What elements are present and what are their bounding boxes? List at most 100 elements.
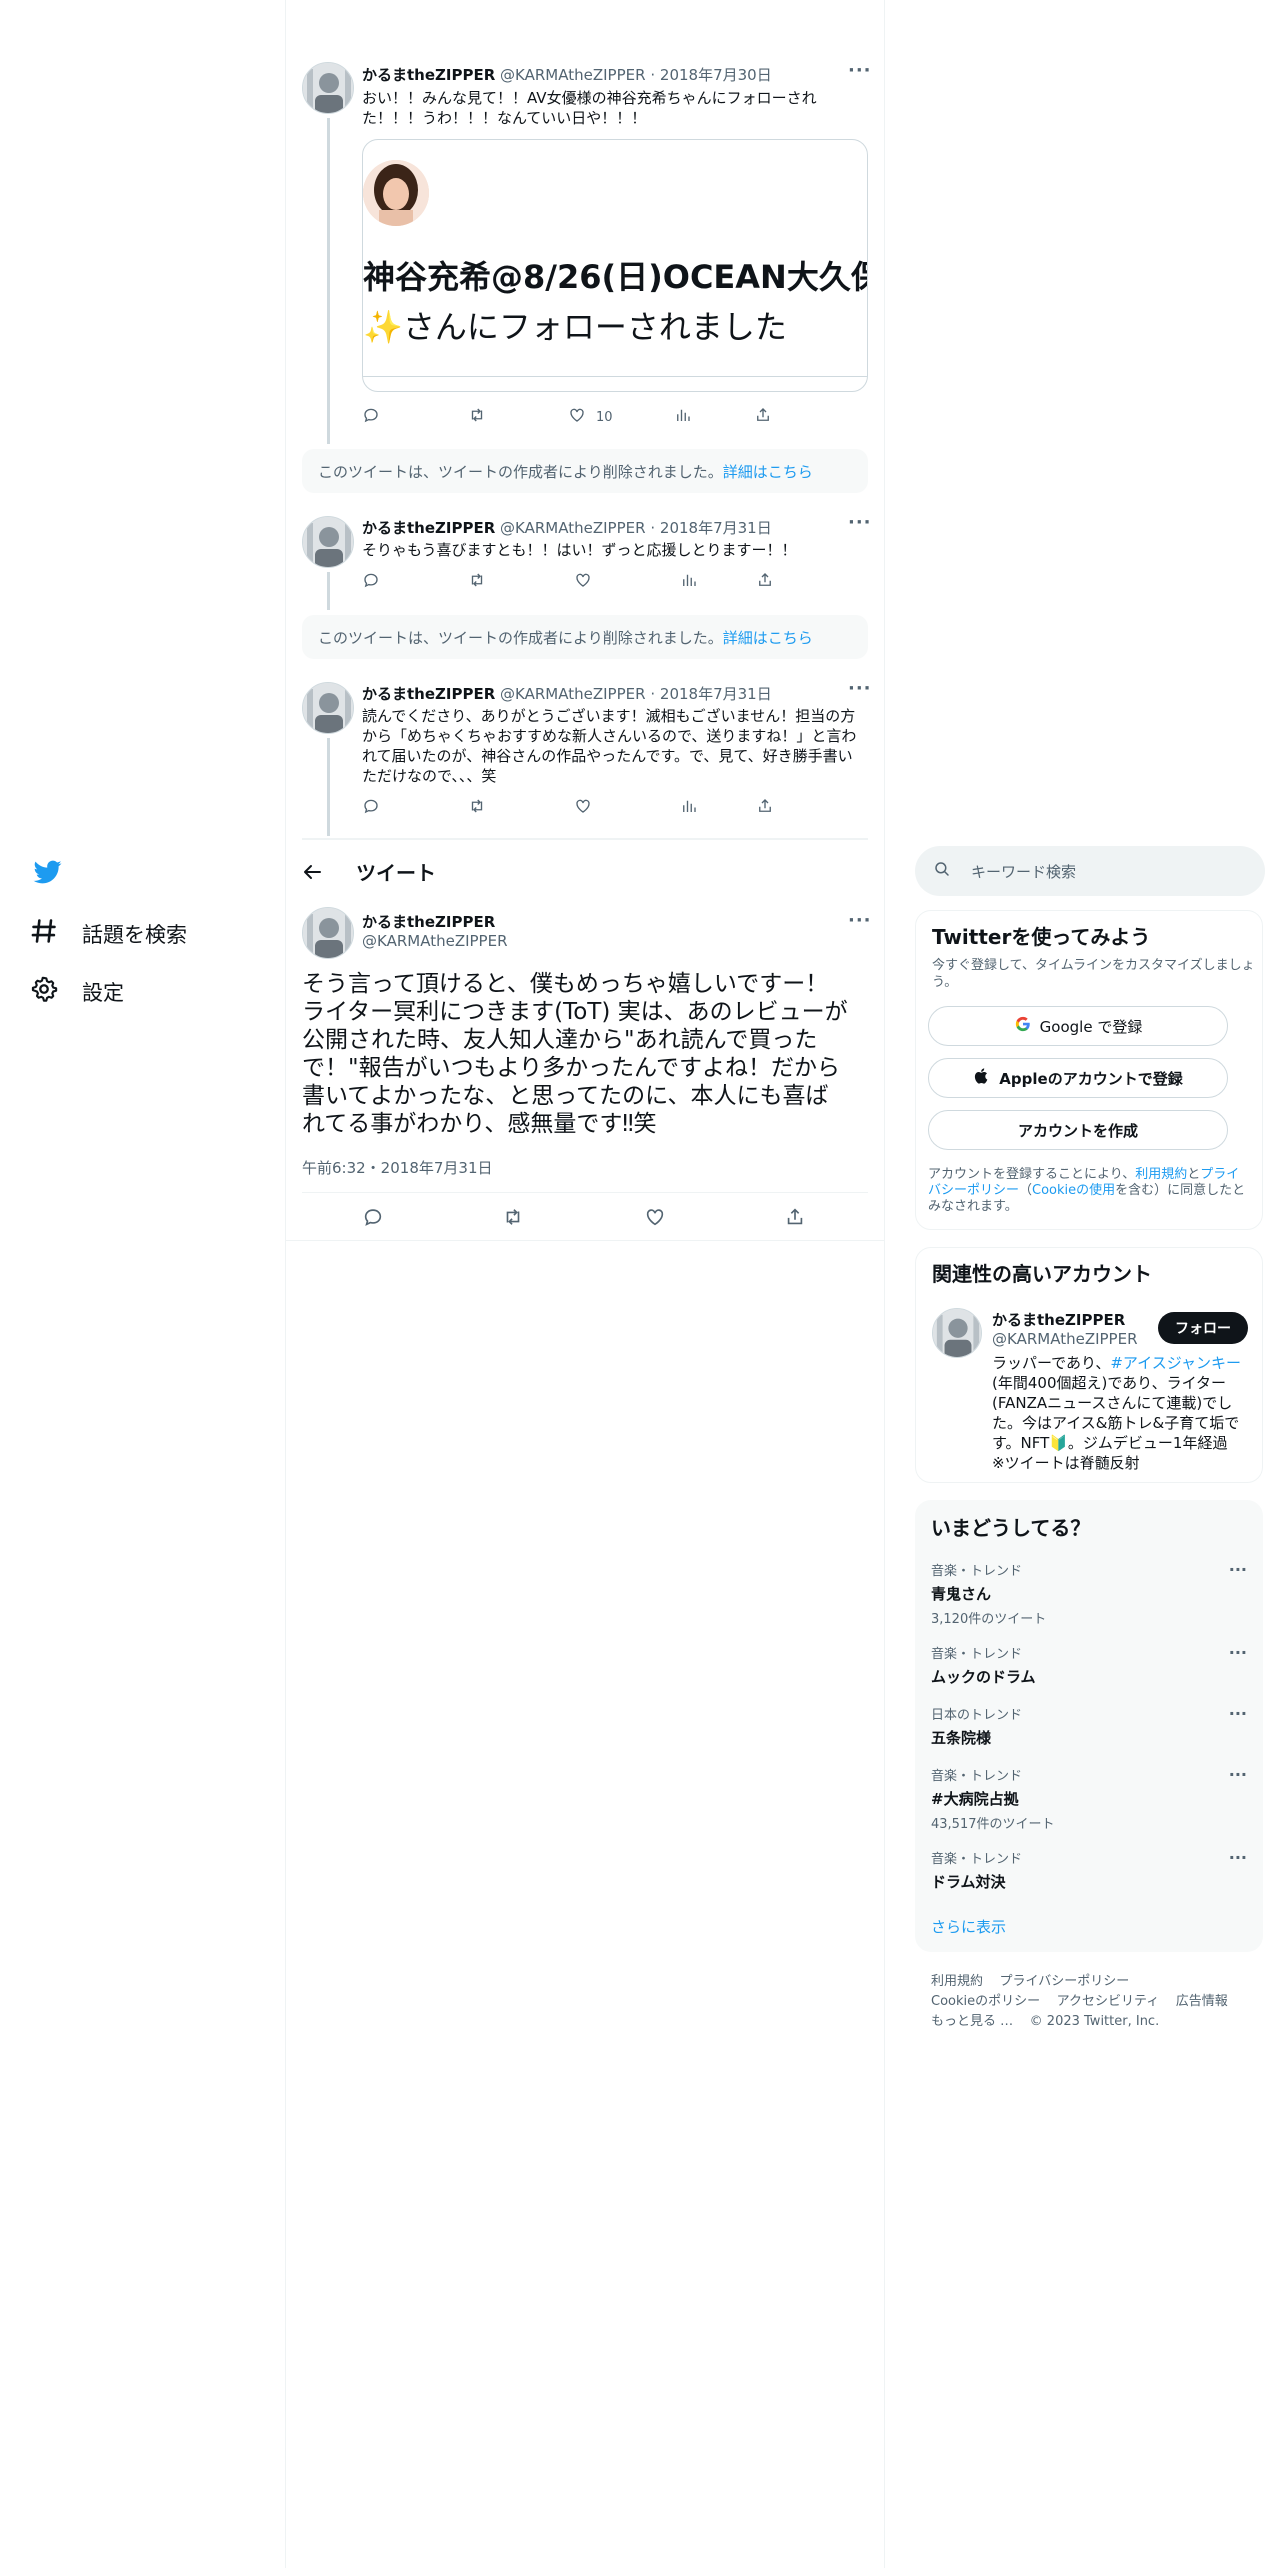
tweet-actions (362, 571, 774, 593)
analytics-icon (674, 406, 692, 428)
trend-item[interactable]: 音楽・トレンド ムックのドラム ··· (931, 1643, 1247, 1687)
footer-privacy-link[interactable]: プライバシーポリシー (1000, 1974, 1130, 1989)
more-icon[interactable]: ··· (1229, 1765, 1247, 1784)
author-handle[interactable]: @KARMAtheZIPPER (362, 932, 508, 950)
like-button[interactable] (574, 571, 680, 593)
author-name[interactable]: かるまtheZIPPER (362, 66, 495, 84)
trend-category: 音楽・トレンド (931, 1769, 1023, 1784)
twitter-logo-icon[interactable] (32, 858, 64, 886)
author-handle[interactable]: @KARMAtheZIPPER (500, 519, 646, 537)
more-icon[interactable]: ··· (1229, 1643, 1247, 1662)
heart-icon (644, 1206, 666, 1232)
retweet-icon (468, 797, 486, 819)
avatar[interactable] (302, 682, 354, 734)
avatar[interactable] (932, 1308, 982, 1358)
learn-more-link[interactable]: 詳細はこちら (723, 627, 813, 648)
avatar[interactable] (302, 62, 354, 114)
trend-item[interactable]: 音楽・トレンド 青鬼さん 3,120件のツイート ··· (931, 1560, 1247, 1627)
more-icon[interactable]: ··· (848, 910, 872, 931)
search-box[interactable]: キーワード検索 (915, 846, 1265, 896)
share-button[interactable] (784, 1206, 806, 1232)
terms-link[interactable]: 利用規約 (1135, 1167, 1187, 1182)
share-button[interactable] (754, 406, 772, 428)
like-button[interactable] (574, 797, 680, 819)
cookie-link[interactable]: Cookieの使用 (1032, 1183, 1115, 1198)
share-icon (754, 406, 772, 428)
retweet-button[interactable] (468, 406, 568, 428)
tweet-header: かるまtheZIPPER @KARMAtheZIPPER · 2018年7月31… (362, 519, 772, 537)
related-name[interactable]: かるまtheZIPPER (992, 1309, 1125, 1330)
google-signup-label: Google で登録 (1039, 1017, 1143, 1036)
tweet-date[interactable]: 2018年7月31日 (660, 519, 772, 537)
back-arrow-icon[interactable] (300, 860, 324, 884)
analytics-button[interactable] (680, 571, 756, 593)
analytics-button[interactable] (680, 797, 756, 819)
trend-item[interactable]: 音楽・トレンド ドラム対決 ··· (931, 1848, 1247, 1892)
author-handle[interactable]: @KARMAtheZIPPER (500, 66, 646, 84)
follow-button[interactable]: フォロー (1158, 1312, 1248, 1344)
trend-item[interactable]: 音楽・トレンド #大病院占拠 43,517件のツイート ··· (931, 1765, 1247, 1832)
share-icon (756, 797, 774, 819)
like-button[interactable]: 10 (568, 406, 674, 428)
google-signup-button[interactable]: Google で登録 (928, 1006, 1228, 1046)
heart-icon (574, 797, 592, 819)
apple-signup-button[interactable]: Appleのアカウントで登録 (928, 1058, 1228, 1098)
share-button[interactable] (756, 571, 774, 593)
reply-button[interactable] (362, 1206, 502, 1232)
related-bio: ラッパーであり、#アイスジャンキー (年間400個超え)であり、ライター (FA… (992, 1354, 1241, 1472)
apple-icon (973, 1067, 991, 1089)
related-accounts-panel: 関連性の高いアカウント かるまtheZIPPER @KARMAtheZIPPER… (915, 1247, 1263, 1483)
tweet-actions (362, 797, 774, 819)
footer-terms-link[interactable]: 利用規約 (931, 1974, 983, 1989)
learn-more-link[interactable]: 詳細はこちら (723, 461, 813, 482)
more-icon[interactable]: ··· (848, 60, 872, 81)
more-icon[interactable]: ··· (1229, 1560, 1247, 1579)
author-name[interactable]: かるまtheZIPPER (362, 911, 495, 932)
avatar[interactable] (302, 907, 354, 959)
trend-category: 音楽・トレンド (931, 1564, 1023, 1579)
show-more-link[interactable]: さらに表示 (931, 1916, 1006, 1937)
retweet-button[interactable] (502, 1206, 644, 1232)
card-text: 神谷充希@8/26(日)OCEAN大久保✨ ✨さんにフォローされました (363, 258, 868, 346)
more-icon[interactable]: ··· (848, 678, 872, 699)
author-name[interactable]: かるまtheZIPPER (362, 519, 495, 537)
trends-title: いまどうしてる？ (931, 1516, 1091, 1540)
create-account-button[interactable]: アカウントを作成 (928, 1110, 1228, 1150)
tweet-date[interactable]: 2018年7月30日 (660, 66, 772, 84)
embedded-image-card[interactable]: 神谷充希@8/26(日)OCEAN大久保✨ ✨さんにフォローされました (362, 139, 868, 392)
tweet-header: かるまtheZIPPER @KARMAtheZIPPER · 2018年7月31… (362, 685, 772, 703)
search-input[interactable]: キーワード検索 (971, 861, 1076, 882)
author-handle[interactable]: @KARMAtheZIPPER (500, 685, 646, 703)
trend-item[interactable]: 日本のトレンド 五条院様 ··· (931, 1704, 1247, 1748)
reply-button[interactable] (362, 571, 468, 593)
signup-panel: Twitterを使ってみよう 今すぐ登録して、タイムラインをカスタマイズしましょ… (915, 910, 1263, 1230)
author-name[interactable]: かるまtheZIPPER (362, 685, 495, 703)
hashtag-link[interactable]: #アイスジャンキー (1110, 1354, 1241, 1372)
retweet-icon (468, 571, 486, 593)
footer-cookie-link[interactable]: Cookieのポリシー (931, 1994, 1040, 2009)
tweet-timestamp[interactable]: 午前6:32・2018年7月31日 (302, 1157, 493, 1178)
share-button[interactable] (756, 797, 774, 819)
more-icon[interactable]: ··· (1229, 1848, 1247, 1867)
footer-more-link[interactable]: もっと見る … (931, 2014, 1013, 2029)
avatar[interactable] (302, 516, 354, 568)
more-icon[interactable]: ··· (848, 512, 872, 533)
footer-ads-link[interactable]: 広告情報 (1176, 1994, 1228, 2009)
reply-button[interactable] (362, 406, 468, 428)
footer-accessibility-link[interactable]: アクセシビリティ (1057, 1994, 1160, 2009)
nav-settings[interactable]: 設定 (30, 975, 124, 1008)
reply-button[interactable] (362, 797, 468, 819)
more-icon[interactable]: ··· (1229, 1704, 1247, 1723)
analytics-button[interactable] (674, 406, 754, 428)
main-tweet-actions (362, 1206, 806, 1232)
nav-explore[interactable]: 話題を検索 (30, 917, 187, 950)
trend-category: 音楽・トレンド (931, 1852, 1023, 1867)
related-handle[interactable]: @KARMAtheZIPPER (992, 1330, 1138, 1348)
retweet-button[interactable] (468, 797, 574, 819)
retweet-button[interactable] (468, 571, 574, 593)
like-button[interactable] (644, 1206, 784, 1232)
privacy-link-b[interactable]: バシーポリシー (928, 1183, 1019, 1198)
privacy-link-a[interactable]: プライ (1200, 1167, 1239, 1182)
tweet-date[interactable]: 2018年7月31日 (660, 685, 772, 703)
tweet-text: そりゃもう喜びますとも！！はい！ずっと応援しとりますー！！ (362, 541, 797, 559)
